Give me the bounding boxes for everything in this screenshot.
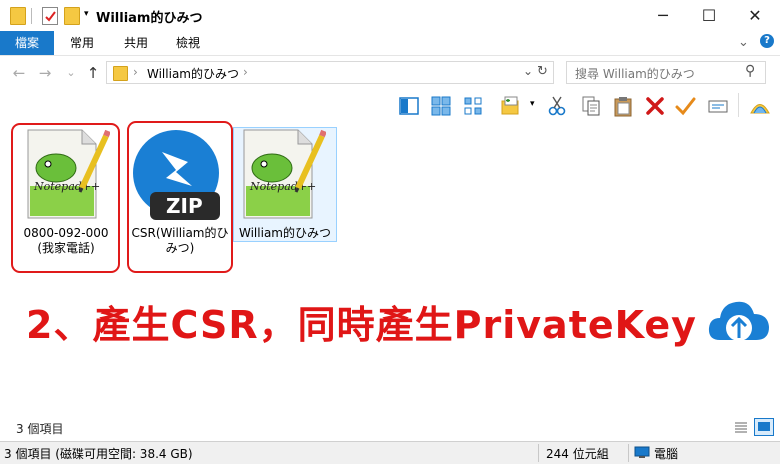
rename-checkmark-icon[interactable] [674, 95, 696, 117]
folder-icon[interactable] [10, 7, 26, 25]
status-size: 244 位元組 [546, 447, 609, 461]
search-input[interactable]: 搜尋 William的ひみつ [575, 65, 695, 82]
maximize-button[interactable]: ☐ [686, 0, 732, 31]
file-label[interactable]: 0800-092-000 (我家電話) [16, 226, 116, 256]
banner-text: 2、產生CSR，同時產生PrivateKey [26, 303, 697, 347]
customize-quick-access-icon[interactable]: ▾ [84, 9, 89, 19]
shell-icon[interactable] [748, 95, 772, 119]
checkmark-icon [45, 11, 56, 22]
refresh-icon[interactable]: ↻ [537, 64, 548, 79]
large-icons-view-icon[interactable] [430, 95, 452, 117]
properties-icon[interactable] [707, 95, 729, 117]
minimize-button[interactable]: ─ [640, 0, 686, 31]
status-summary: 3 個項目 (磁碟可用空間: 38.4 GB) [4, 447, 193, 461]
divider [538, 444, 539, 462]
breadcrumb-chevron[interactable]: › [133, 65, 138, 79]
cloud-upload-icon [706, 294, 772, 350]
copy-icon[interactable] [580, 95, 602, 117]
breadcrumb-chevron[interactable]: › [243, 65, 248, 79]
cut-icon[interactable] [546, 95, 568, 117]
tab-view[interactable]: 檢視 [166, 31, 210, 55]
computer-icon [634, 446, 650, 459]
breadcrumb-item[interactable]: William的ひみつ [147, 65, 239, 82]
ribbon-expand-icon[interactable]: ⌄ [738, 35, 749, 50]
file-label[interactable]: CSR(William的ひみつ) [130, 226, 230, 256]
status-bar: 3 個項目 (磁碟可用空間: 38.4 GB) 244 位元組 電腦 [0, 441, 780, 464]
details-view-icon[interactable] [734, 421, 748, 435]
notepadpp-file-icon[interactable]: Notepad++ [22, 128, 111, 220]
divider [738, 93, 739, 117]
paste-icon[interactable] [612, 95, 634, 117]
help-icon[interactable]: ? [760, 34, 774, 48]
back-button[interactable]: ← [10, 62, 28, 84]
folder-icon [113, 66, 128, 81]
status-location: 電腦 [654, 447, 679, 461]
notepadpp-file-icon[interactable]: Notepad++ [238, 128, 327, 220]
address-dropdown-icon[interactable]: ⌄ [523, 64, 533, 78]
address-bar[interactable]: › William的ひみつ › ⌄ ↻ [106, 61, 554, 84]
new-item-icon[interactable] [500, 95, 522, 117]
new-folder-icon[interactable] [64, 7, 80, 25]
properties-icon[interactable] [42, 7, 58, 25]
search-box[interactable]: 搜尋 William的ひみつ ⚲ [566, 61, 766, 84]
large-icons-toggle[interactable] [754, 418, 774, 436]
search-icon[interactable]: ⚲ [745, 63, 755, 79]
divider [628, 444, 629, 462]
tab-file[interactable]: 檔案 [0, 31, 54, 55]
ribbon-tabs: 檔案 常用 共用 檢視 ⌄ ? [0, 31, 780, 56]
svg-text:Notepad++: Notepad++ [33, 180, 100, 193]
tab-home[interactable]: 常用 [60, 31, 104, 55]
forward-button[interactable]: → [36, 62, 54, 84]
item-count: 3 個項目 [16, 422, 64, 436]
file-label[interactable]: William的ひみつ [235, 226, 335, 241]
preview-pane-icon[interactable] [398, 95, 420, 117]
medium-icons-view-icon[interactable] [462, 95, 484, 117]
up-button[interactable]: ↑ [84, 62, 102, 84]
recent-locations-button[interactable]: ⌄ [62, 62, 80, 84]
window-title: William的ひみつ [96, 11, 203, 26]
close-button[interactable]: ✕ [732, 0, 778, 31]
title-bar: ▾ William的ひみつ ─ ☐ ✕ [0, 0, 780, 31]
svg-text:Notepad++: Notepad++ [249, 180, 316, 193]
divider [31, 8, 32, 24]
zip-badge-label: ZIP [166, 194, 203, 218]
tab-share[interactable]: 共用 [114, 31, 158, 55]
new-item-dropdown-icon[interactable]: ▾ [530, 99, 535, 109]
delete-icon[interactable] [644, 95, 666, 117]
